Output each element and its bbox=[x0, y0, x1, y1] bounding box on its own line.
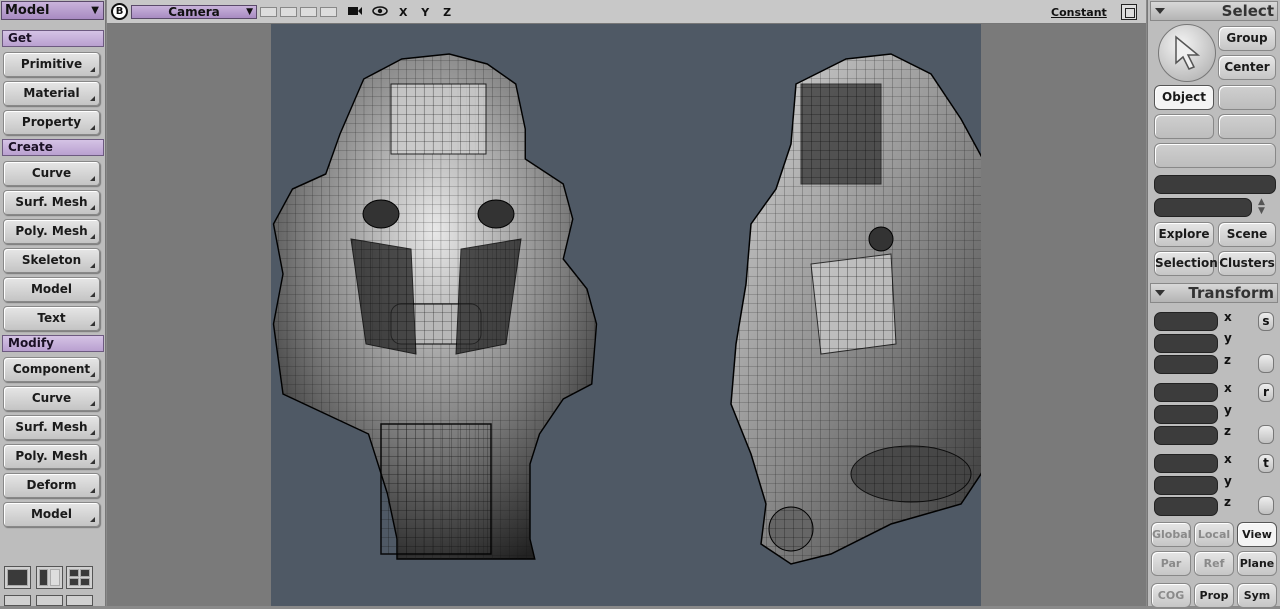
maximize-icon[interactable] bbox=[1121, 4, 1137, 20]
translate-z-field[interactable] bbox=[1154, 497, 1218, 516]
spinner-arrows-icon[interactable]: ▲ ▼ bbox=[1258, 198, 1265, 216]
translate-x-field[interactable] bbox=[1154, 454, 1218, 473]
select-text-field-2[interactable] bbox=[1154, 198, 1252, 217]
scale-z-field[interactable] bbox=[1154, 355, 1218, 374]
transform-header[interactable]: Transform bbox=[1150, 283, 1278, 303]
explore-button[interactable]: Explore bbox=[1154, 222, 1214, 247]
select-slot-3[interactable] bbox=[1218, 114, 1276, 139]
layout-extra-icon-1[interactable] bbox=[4, 595, 31, 606]
plane-button[interactable]: Plane bbox=[1237, 551, 1277, 576]
translate-button[interactable]: t bbox=[1258, 454, 1274, 473]
select-arrow-button[interactable] bbox=[1158, 24, 1216, 82]
modify-model-button[interactable]: Model bbox=[3, 502, 100, 527]
camera-dropdown-label: Camera bbox=[168, 5, 220, 19]
translate-z-label: z bbox=[1224, 495, 1231, 509]
scale-z-label: z bbox=[1224, 353, 1231, 367]
scale-x-label: x bbox=[1224, 310, 1232, 324]
par-button[interactable]: Par bbox=[1151, 551, 1191, 576]
layout-four-view-icon[interactable] bbox=[66, 566, 93, 589]
property-button[interactable]: Property bbox=[3, 110, 100, 135]
view-button[interactable]: View bbox=[1237, 522, 1277, 547]
module-dropdown-label: Model bbox=[5, 3, 50, 18]
chevron-down-icon: ▼ bbox=[91, 5, 99, 16]
layout-single-graph-icon[interactable] bbox=[4, 566, 31, 589]
left-toolbar: Model ▼ Get Primitive Material Property … bbox=[0, 0, 106, 606]
group-button[interactable]: Group bbox=[1218, 26, 1276, 51]
modify-component-button[interactable]: Component bbox=[3, 357, 100, 382]
translate-x-label: x bbox=[1224, 452, 1232, 466]
modify-surf-mesh-button[interactable]: Surf. Mesh bbox=[3, 415, 100, 440]
select-filter-dropdown[interactable] bbox=[1154, 143, 1276, 168]
scale-y-label: y bbox=[1224, 331, 1232, 345]
rotate-options-icon[interactable] bbox=[1258, 425, 1274, 444]
view-slot-4[interactable] bbox=[320, 7, 337, 17]
sym-button[interactable]: Sym bbox=[1237, 583, 1277, 608]
scale-y-field[interactable] bbox=[1154, 334, 1218, 353]
right-toolbar: Select Group Center Object ▲ ▼ Explore Sc… bbox=[1147, 0, 1280, 608]
rotate-x-field[interactable] bbox=[1154, 383, 1218, 402]
rotate-z-field[interactable] bbox=[1154, 426, 1218, 445]
scale-x-field[interactable] bbox=[1154, 312, 1218, 331]
xyz-axes-toggle[interactable]: X Y Z bbox=[399, 6, 456, 19]
select-text-field-1[interactable] bbox=[1154, 175, 1276, 194]
scene-button[interactable]: Scene bbox=[1218, 222, 1276, 247]
view-slot-1[interactable] bbox=[260, 7, 277, 17]
section-create[interactable]: Create bbox=[2, 139, 104, 156]
create-model-button[interactable]: Model bbox=[3, 277, 100, 302]
section-modify[interactable]: Modify bbox=[2, 335, 104, 352]
selection-button[interactable]: Selection bbox=[1154, 251, 1218, 276]
section-get[interactable]: Get bbox=[2, 30, 104, 47]
translate-y-label: y bbox=[1224, 474, 1232, 488]
layout-vertical-split-icon[interactable] bbox=[36, 566, 63, 589]
viewport-header: B Camera ▼ X Y Z Constant bbox=[107, 0, 1146, 24]
eye-icon[interactable] bbox=[372, 4, 388, 22]
create-surf-mesh-button[interactable]: Surf. Mesh bbox=[3, 190, 100, 215]
create-poly-mesh-button[interactable]: Poly. Mesh bbox=[3, 219, 100, 244]
camera-dropdown[interactable]: Camera ▼ bbox=[131, 5, 257, 19]
create-skeleton-button[interactable]: Skeleton bbox=[3, 248, 100, 273]
rotate-y-label: y bbox=[1224, 403, 1232, 417]
ref-button[interactable]: Ref bbox=[1194, 551, 1234, 576]
modify-poly-mesh-button[interactable]: Poly. Mesh bbox=[3, 444, 100, 469]
rotate-z-label: z bbox=[1224, 424, 1231, 438]
select-slot-2[interactable] bbox=[1154, 114, 1214, 139]
layout-extra-icon-3[interactable] bbox=[66, 595, 93, 606]
mech-head-wireframe bbox=[272, 53, 1012, 565]
chevron-down-icon: ▼ bbox=[246, 7, 253, 17]
view-slot-2[interactable] bbox=[280, 7, 297, 17]
view-slot-3[interactable] bbox=[300, 7, 317, 17]
global-button[interactable]: Global bbox=[1151, 522, 1191, 547]
clusters-button[interactable]: Clusters bbox=[1218, 251, 1276, 276]
primitive-button[interactable]: Primitive bbox=[3, 52, 100, 77]
scale-options-icon[interactable] bbox=[1258, 354, 1274, 373]
camera-viewport[interactable] bbox=[107, 24, 1146, 606]
side-view-head bbox=[730, 53, 1012, 565]
rotate-x-label: x bbox=[1224, 381, 1232, 395]
prop-button[interactable]: Prop bbox=[1194, 583, 1234, 608]
modify-deform-button[interactable]: Deform bbox=[3, 473, 100, 498]
layout-extra-icon-2[interactable] bbox=[36, 595, 63, 606]
translate-options-icon[interactable] bbox=[1258, 496, 1274, 515]
render-region bbox=[271, 24, 1012, 606]
module-dropdown[interactable]: Model ▼ bbox=[1, 1, 104, 20]
create-text-button[interactable]: Text bbox=[3, 306, 100, 331]
modify-curve-button[interactable]: Curve bbox=[3, 386, 100, 411]
scale-button[interactable]: s bbox=[1258, 312, 1274, 331]
pointer-arrow-icon bbox=[1175, 35, 1201, 70]
front-view-head bbox=[272, 53, 598, 560]
translate-y-field[interactable] bbox=[1154, 476, 1218, 495]
b-button[interactable]: B bbox=[111, 3, 128, 20]
shading-mode-dropdown[interactable]: Constant bbox=[1051, 6, 1107, 19]
rotate-button[interactable]: r bbox=[1258, 383, 1274, 402]
material-button[interactable]: Material bbox=[3, 81, 100, 106]
select-header[interactable]: Select bbox=[1150, 1, 1278, 21]
local-button[interactable]: Local bbox=[1194, 522, 1234, 547]
rotate-y-field[interactable] bbox=[1154, 405, 1218, 424]
cog-button[interactable]: COG bbox=[1151, 583, 1191, 608]
video-camera-icon[interactable] bbox=[347, 4, 363, 22]
select-slot-1[interactable] bbox=[1218, 85, 1276, 110]
create-curve-button[interactable]: Curve bbox=[3, 161, 100, 186]
object-button[interactable]: Object bbox=[1154, 85, 1214, 110]
center-button[interactable]: Center bbox=[1218, 55, 1276, 80]
